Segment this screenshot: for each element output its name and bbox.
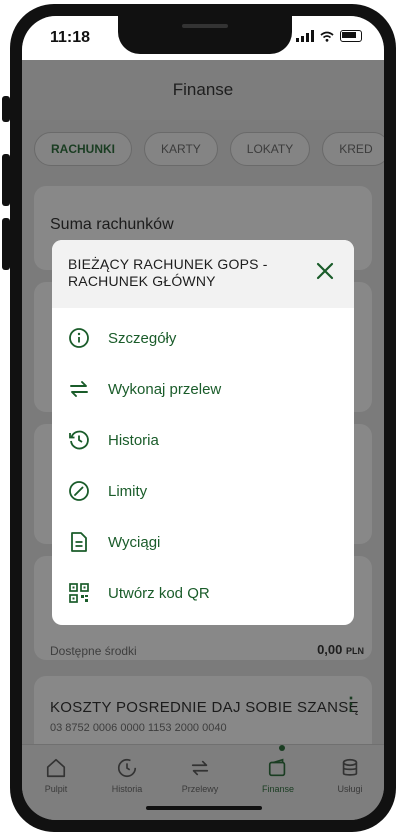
nav-finanse[interactable]: Finanse <box>246 757 310 794</box>
nav-historia[interactable]: Historia <box>95 757 159 794</box>
available-funds-amount: 0,00 <box>317 642 343 657</box>
side-button <box>2 154 10 206</box>
tab-kredyty[interactable]: KRED <box>322 132 384 166</box>
menu-item-label: Wykonaj przelew <box>108 380 222 398</box>
close-icon[interactable] <box>314 260 336 282</box>
qr-code-icon <box>69 583 89 603</box>
status-bar: 11:18 <box>22 16 384 60</box>
tab-karty[interactable]: KARTY <box>144 132 218 166</box>
nav-label: Historia <box>111 784 143 794</box>
transfer-icon <box>191 760 209 776</box>
nav-przelewy[interactable]: Przelewy <box>168 757 232 794</box>
wifi-icon <box>320 31 334 42</box>
account-name: KOSZTY POSREDNIE DAJ SOBIE SZANSĘ <box>50 699 359 716</box>
active-indicator <box>279 745 285 751</box>
tab-rachunki[interactable]: RACHUNKI <box>34 132 132 166</box>
page-title: Finanse <box>22 60 384 120</box>
battery-icon <box>340 30 362 42</box>
menu-item-label: Szczegóły <box>108 329 177 347</box>
menu-item-label: Historia <box>108 431 159 449</box>
menu-item-qr[interactable]: Utwórz kod QR <box>68 576 210 610</box>
menu-item-historia[interactable]: Historia <box>68 423 159 457</box>
nav-label: Finanse <box>261 784 295 794</box>
gauge-icon <box>69 481 89 501</box>
account-number: 03 8752 0006 0000 1153 2000 0040 <box>50 722 227 734</box>
home-indicator <box>146 806 262 810</box>
account-actions-modal: BIEŻĄCY RACHUNEK GOPS - RACHUNEK GŁÓWNY … <box>52 240 354 625</box>
transfer-icon <box>70 381 88 397</box>
wallet-icon <box>268 758 286 777</box>
nav-label: Usługi <box>337 784 363 794</box>
available-funds-label: Dostępne środki <box>50 644 137 658</box>
history-icon <box>69 430 89 450</box>
info-icon <box>69 328 89 348</box>
status-time: 11:18 <box>50 29 91 46</box>
notch <box>118 16 292 54</box>
screen: 11:18 Finanse RACHUNKI KARTY LOKATY KRED… <box>22 16 384 820</box>
modal-header: BIEŻĄCY RACHUNEK GOPS - RACHUNEK GŁÓWNY <box>52 240 354 308</box>
menu-item-szczegoly[interactable]: Szczegóły <box>68 321 176 355</box>
menu-item-wykonaj-przelew[interactable]: Wykonaj przelew <box>68 372 221 406</box>
status-icons <box>296 30 362 42</box>
menu-item-label: Wyciągi <box>108 533 161 551</box>
home-icon <box>46 758 66 778</box>
side-button <box>2 96 10 122</box>
nav-label: Pulpit <box>44 784 68 794</box>
available-funds-value: 0,00 PLN <box>317 642 364 657</box>
tabs: RACHUNKI KARTY LOKATY KRED <box>34 132 384 166</box>
summary-label: Suma rachunków <box>50 216 174 233</box>
document-icon <box>71 532 87 552</box>
signal-icon <box>296 30 314 42</box>
database-icon <box>342 758 358 776</box>
more-options-icon[interactable]: ⋮ <box>342 694 360 715</box>
available-funds-currency: PLN <box>346 646 364 656</box>
menu-item-wyciagi[interactable]: Wyciągi <box>68 525 160 559</box>
tab-lokaty[interactable]: LOKATY <box>229 132 311 166</box>
nav-label: Przelewy <box>181 784 219 794</box>
side-button <box>2 218 10 270</box>
nav-uslugi[interactable]: Usługi <box>318 757 382 794</box>
modal-title: BIEŻĄCY RACHUNEK GOPS - RACHUNEK GŁÓWNY <box>68 256 268 289</box>
menu-item-label: Limity <box>108 482 148 500</box>
menu-item-limity[interactable]: Limity <box>68 474 147 508</box>
history-icon <box>117 758 137 778</box>
menu-item-label: Utwórz kod QR <box>108 584 210 602</box>
nav-pulpit[interactable]: Pulpit <box>24 757 88 794</box>
